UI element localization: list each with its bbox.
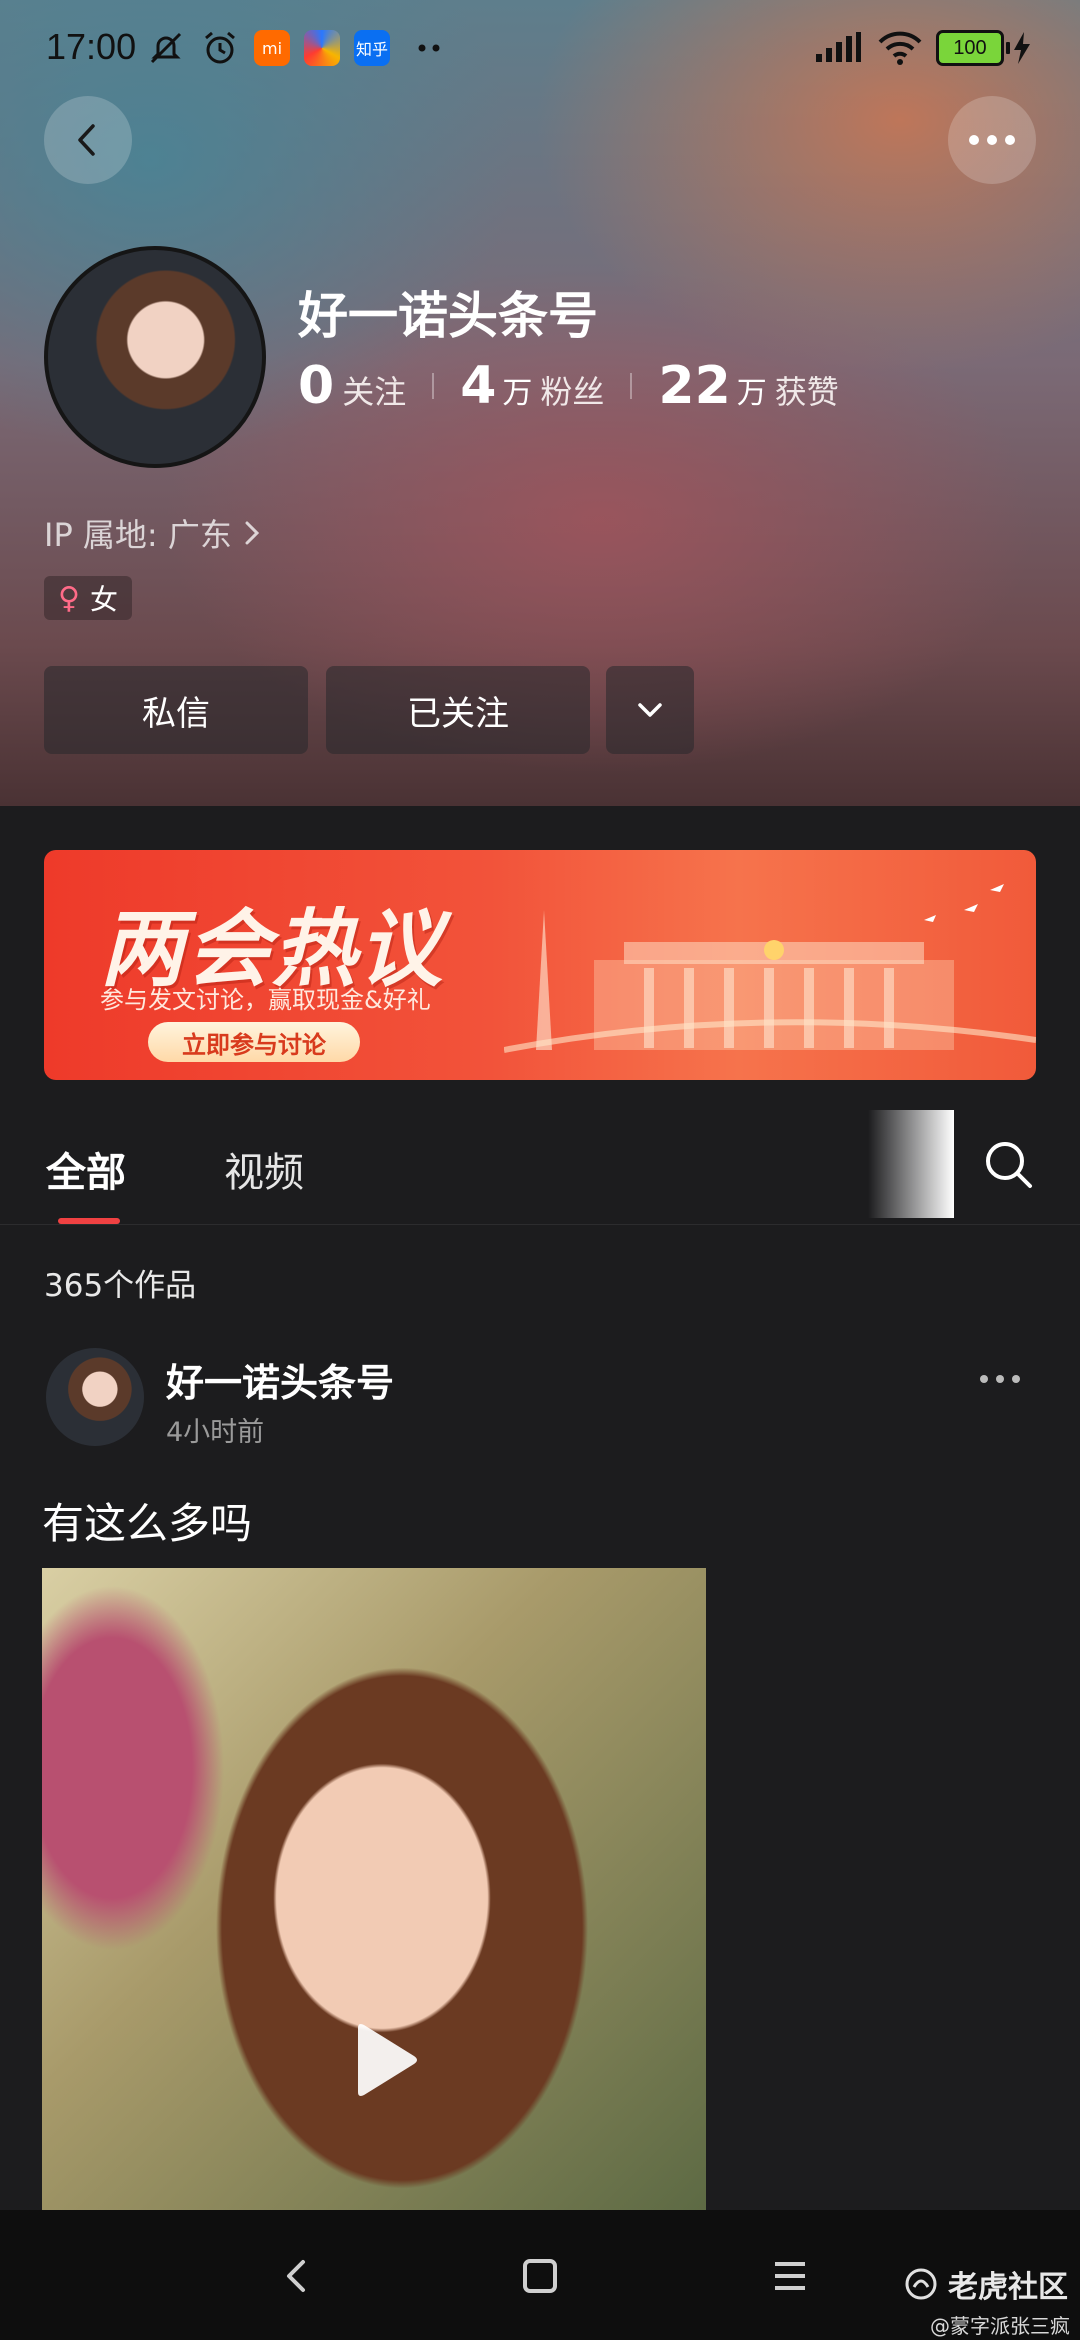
banner-subtitle: 参与发文讨论，赢取现金&好礼 (100, 986, 431, 1014)
gender-label: 女 (89, 583, 118, 616)
hall-illustration (504, 884, 1036, 1053)
more-options-button[interactable] (948, 96, 1036, 184)
ip-location[interactable]: IP 属地: 广东 (44, 510, 260, 556)
status-time: 17:00 (46, 26, 137, 67)
chevron-right-icon (245, 521, 259, 545)
active-tab-indicator (58, 1218, 120, 1224)
post-author-avatar[interactable] (46, 1348, 144, 1446)
profile-stats: 0 关注 4 万粉丝 22 万获赞 (298, 356, 839, 416)
system-nav-bar: 老虎社区 @蒙字派张三疯 (0, 2210, 1080, 2340)
alarm-icon (200, 28, 240, 68)
profile-name: 好一诺头条号 (298, 287, 598, 345)
play-icon (358, 2024, 417, 2096)
stat-divider (630, 373, 633, 399)
signal-icon (814, 28, 862, 68)
tab-all[interactable]: 全部 (46, 1140, 126, 1198)
nav-home-icon (523, 2259, 557, 2293)
stat-followers[interactable]: 4 万粉丝 (460, 356, 604, 416)
post-title[interactable]: 有这么多吗 (42, 1490, 252, 1551)
ip-location-text: IP 属地: 广东 (44, 516, 232, 554)
post-video-thumbnail[interactable] (42, 1568, 706, 2210)
more-dots-icon (969, 135, 1015, 145)
watermark-name: 老虎社区 (948, 2270, 1068, 2305)
wifi-icon (876, 28, 924, 68)
post-author-name[interactable]: 好一诺头条号 (166, 1352, 394, 1407)
stat-likes[interactable]: 22 万获赞 (658, 356, 838, 416)
stat-divider (432, 373, 435, 399)
chevron-left-icon (78, 124, 95, 156)
stat-following[interactable]: 0 关注 (298, 356, 406, 416)
promo-banner[interactable]: 两会热议 参与发文讨论，赢取现金&好礼 立即参与讨论 (44, 850, 1036, 1080)
nav-menu-icon (775, 2262, 805, 2290)
tiger-logo-icon (905, 2268, 937, 2300)
xiaomi-app-icon: mi (254, 28, 290, 68)
follow-button[interactable]: 已关注 (326, 666, 590, 754)
zhihu-app-icon: 知乎 (354, 28, 390, 68)
more-notifications-icon (418, 28, 442, 68)
message-button[interactable]: 私信 (44, 666, 308, 754)
search-button[interactable] (980, 1136, 1036, 1192)
nav-back-button[interactable] (272, 2252, 320, 2300)
banner-cta-button[interactable]: 立即参与讨论 (148, 1022, 360, 1062)
battery-icon: 100 (936, 28, 1010, 68)
nav-home-button[interactable] (516, 2252, 564, 2300)
female-icon: ♀ (58, 580, 80, 616)
profile-header: 17:00 mi 知乎 100 好一诺头条号 0 关注 4 万 粉丝 22 万 … (0, 0, 1080, 806)
expand-button[interactable] (606, 666, 694, 754)
tab-video[interactable]: 视频 (224, 1140, 304, 1198)
gender-tag: ♀ 女 (44, 576, 132, 620)
post-more-button[interactable] (980, 1364, 1026, 1394)
post-time: 4小时前 (166, 1417, 265, 1448)
mute-icon (146, 28, 186, 68)
chevron-down-icon (638, 703, 662, 717)
status-bar: 17:00 mi 知乎 100 (0, 0, 1080, 96)
profile-avatar[interactable] (44, 246, 266, 468)
back-button[interactable] (44, 96, 132, 184)
watermark: 老虎社区 (904, 2262, 1068, 2306)
search-icon (986, 1142, 1032, 1188)
nav-back-icon (287, 2260, 305, 2292)
watermark-handle: @蒙字派张三疯 (930, 2314, 1070, 2338)
tabs-fade-overlay (868, 1110, 954, 1218)
nav-menu-button[interactable] (766, 2252, 814, 2300)
browser-app-icon (304, 28, 340, 68)
works-count: 365个作品 (44, 1268, 197, 1304)
charging-icon (1012, 28, 1032, 68)
